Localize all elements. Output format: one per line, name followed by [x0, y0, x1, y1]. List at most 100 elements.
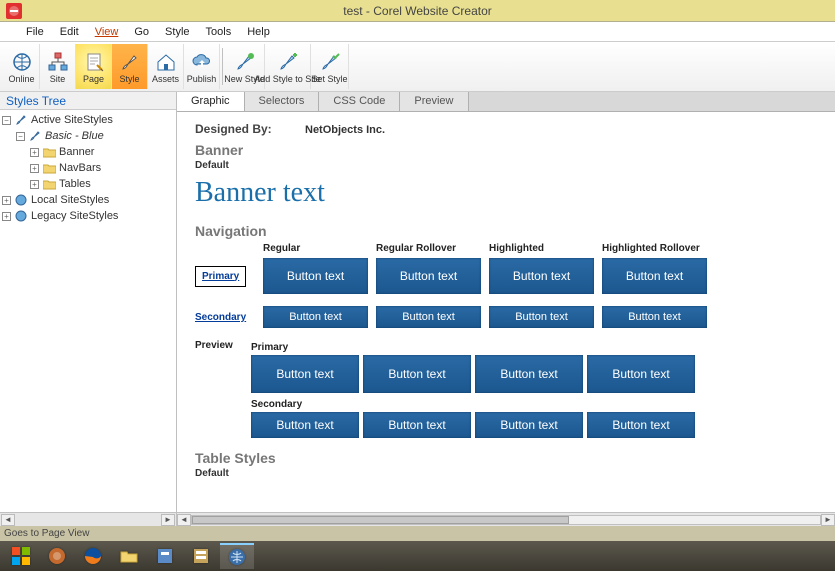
taskbar-browser-icon[interactable]: [40, 543, 74, 569]
tool-style[interactable]: Style: [112, 44, 148, 89]
col-regular-rollover: Regular Rollover: [376, 243, 481, 258]
scroll-right-icon[interactable]: ►: [821, 514, 835, 526]
preview-button[interactable]: Button text: [587, 412, 695, 438]
nav-header-row: Regular Regular Rollover Highlighted Hig…: [195, 243, 817, 258]
tool-assets[interactable]: Assets: [148, 44, 184, 89]
nav-button[interactable]: Button text: [376, 258, 481, 294]
menu-go[interactable]: Go: [126, 24, 157, 40]
taskbar-app-icon[interactable]: [148, 543, 182, 569]
nav-row-label-primary[interactable]: Primary: [195, 266, 246, 287]
tree-row-banner[interactable]: + Banner: [2, 144, 174, 160]
status-text: Goes to Page View: [4, 528, 89, 539]
menu-style[interactable]: Style: [157, 24, 197, 40]
navigation-heading: Navigation: [195, 223, 817, 239]
page-icon: [83, 50, 105, 74]
brush-new-icon: [234, 50, 256, 74]
nav-row-secondary: Secondary Button text Button text Button…: [195, 306, 817, 328]
tool-online[interactable]: Online: [4, 44, 40, 89]
sidebar: Styles Tree − Active SiteStyles − Basic …: [0, 92, 177, 526]
preview-button[interactable]: Button text: [475, 412, 583, 438]
tab-selectors[interactable]: Selectors: [245, 92, 320, 111]
preview-secondary-row: Button text Button text Button text Butt…: [251, 412, 817, 438]
preview-button[interactable]: Button text: [475, 355, 583, 393]
designed-by-value: NetObjects Inc.: [305, 124, 385, 136]
menu-file[interactable]: File: [18, 24, 52, 40]
scroll-left-icon[interactable]: ◄: [177, 514, 191, 526]
workspace: Styles Tree − Active SiteStyles − Basic …: [0, 92, 835, 526]
tree-row-navbars[interactable]: + NavBars: [2, 160, 174, 176]
globe-icon: [11, 50, 33, 74]
preview-button[interactable]: Button text: [251, 355, 359, 393]
nav-button[interactable]: Button text: [602, 306, 707, 328]
menu-help[interactable]: Help: [239, 24, 278, 40]
tree-row-legacy-sitestyles[interactable]: + Legacy SiteStyles: [2, 208, 174, 224]
sidebar-hscroll[interactable]: ◄ ►: [0, 512, 176, 526]
nav-button[interactable]: Button text: [376, 306, 481, 328]
collapse-icon[interactable]: −: [2, 116, 11, 125]
table-styles-heading: Table Styles: [195, 450, 817, 466]
scroll-right-icon[interactable]: ►: [161, 514, 175, 526]
house-icon: [155, 50, 177, 74]
tool-add-style-to-site[interactable]: Add Style to Site: [265, 44, 311, 89]
menu-edit[interactable]: Edit: [52, 24, 87, 40]
brush-check-icon: [319, 50, 341, 74]
nav-button[interactable]: Button text: [263, 258, 368, 294]
expand-icon[interactable]: +: [2, 196, 11, 205]
tab-graphic[interactable]: Graphic: [177, 92, 245, 111]
scroll-thumb[interactable]: [192, 516, 569, 524]
tool-set-style[interactable]: Set Style: [311, 44, 349, 89]
nav-button[interactable]: Button text: [489, 306, 594, 328]
collapse-icon[interactable]: −: [16, 132, 25, 141]
expand-icon[interactable]: +: [30, 180, 39, 189]
ball-icon: [14, 194, 28, 206]
taskbar-app-icon-2[interactable]: [184, 543, 218, 569]
tree-row-local-sitestyles[interactable]: + Local SiteStyles: [2, 192, 174, 208]
content-hscroll[interactable]: ◄ ►: [177, 512, 835, 526]
taskbar: [0, 541, 835, 571]
folder-icon: [42, 178, 56, 190]
expand-icon[interactable]: +: [30, 148, 39, 157]
nav-button[interactable]: Button text: [489, 258, 594, 294]
tool-site[interactable]: Site: [40, 44, 76, 89]
col-highlighted: Highlighted: [489, 243, 594, 258]
nav-button[interactable]: Button text: [602, 258, 707, 294]
navigation-grid: Regular Regular Rollover Highlighted Hig…: [195, 243, 817, 328]
brush-icon: [119, 50, 141, 74]
tab-preview[interactable]: Preview: [400, 92, 468, 111]
preview-button[interactable]: Button text: [363, 355, 471, 393]
tool-publish[interactable]: Publish: [184, 44, 220, 89]
preview-button[interactable]: Button text: [251, 412, 359, 438]
expand-icon[interactable]: +: [2, 212, 11, 221]
scroll-track[interactable]: [191, 515, 821, 525]
banner-subhead: Default: [195, 160, 817, 171]
tree-row-tables[interactable]: + Tables: [2, 176, 174, 192]
styles-tree[interactable]: − Active SiteStyles − Basic - Blue + Ban…: [0, 110, 176, 512]
preview-secondary-label: Secondary: [251, 399, 817, 410]
titlebar: test - Corel Website Creator: [0, 0, 835, 22]
taskbar-firefox-icon[interactable]: [76, 543, 110, 569]
preview-button[interactable]: Button text: [363, 412, 471, 438]
nav-button[interactable]: Button text: [263, 306, 368, 328]
taskbar-explorer-icon[interactable]: [112, 543, 146, 569]
ball-icon: [14, 210, 28, 222]
menu-tools[interactable]: Tools: [198, 24, 240, 40]
menubar: File Edit View Go Style Tools Help: [0, 22, 835, 42]
nav-row-label-secondary[interactable]: Secondary: [195, 312, 246, 323]
tab-css-code[interactable]: CSS Code: [319, 92, 400, 111]
scroll-left-icon[interactable]: ◄: [1, 514, 15, 526]
tool-page[interactable]: Page: [76, 44, 112, 89]
toolbar-separator: [222, 48, 223, 85]
app-window: test - Corel Website Creator File Edit V…: [0, 0, 835, 571]
preview-button[interactable]: Button text: [587, 355, 695, 393]
preview-primary-label: Primary: [251, 342, 817, 353]
tree-row-active-sitestyles[interactable]: − Active SiteStyles: [2, 112, 174, 128]
preview-label: Preview: [195, 340, 251, 444]
expand-icon[interactable]: +: [30, 164, 39, 173]
start-button[interactable]: [4, 543, 38, 569]
menu-view[interactable]: View: [87, 24, 127, 40]
cloud-upload-icon: [191, 50, 213, 74]
taskbar-corel-icon[interactable]: [220, 543, 254, 569]
banner-heading: Banner: [195, 142, 817, 158]
tree-row-basic-blue[interactable]: − Basic - Blue: [2, 128, 174, 144]
statusbar: Goes to Page View: [0, 526, 835, 541]
